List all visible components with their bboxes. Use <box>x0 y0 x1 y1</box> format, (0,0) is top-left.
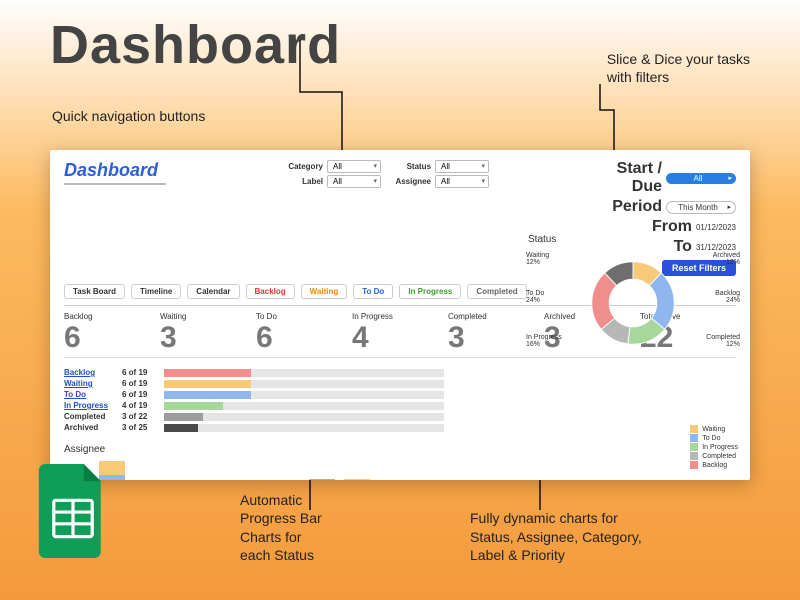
assignee-title: Assignee <box>64 444 736 455</box>
progress-row: Waiting 6 of 19 <box>64 379 736 388</box>
assignee-bar <box>344 479 370 480</box>
stat-waiting: Waiting3 <box>160 312 256 358</box>
nav-completed[interactable]: Completed <box>467 284 526 299</box>
callout-filters: Slice & Dice your tasks with filters <box>607 50 750 86</box>
nav-timeline[interactable]: Timeline <box>131 284 181 299</box>
progress-row: In Progress 4 of 19 <box>64 401 736 410</box>
sheets-icon <box>38 464 108 558</box>
nav-backlog[interactable]: Backlog <box>246 284 295 299</box>
progress-count: 3 of 25 <box>122 423 158 432</box>
status-title: Status <box>528 234 738 245</box>
progress-label[interactable]: In Progress <box>64 401 116 410</box>
progress-bar <box>164 402 444 410</box>
progress-label[interactable]: Backlog <box>64 368 116 377</box>
progress-row: Backlog 6 of 19 <box>64 368 736 377</box>
filter-label: Start / Due <box>608 160 662 196</box>
nav-task-board[interactable]: Task Board <box>64 284 125 299</box>
progress-row: Completed 3 of 22 <box>64 412 736 421</box>
assignee-chart <box>64 459 736 480</box>
stat-backlog: Backlog6 <box>64 312 160 358</box>
filter-label: Status <box>393 162 431 171</box>
period-select[interactable]: This Month <box>666 201 736 214</box>
legend-item: To Do <box>690 434 738 442</box>
filter-label: Category <box>285 162 323 171</box>
legend-item: In Progress <box>690 443 738 451</box>
filter-label: Label <box>285 177 323 186</box>
category-select[interactable]: All <box>327 160 381 173</box>
nav-calendar[interactable]: Calendar <box>187 284 239 299</box>
status-select[interactable]: All <box>435 160 489 173</box>
progress-label[interactable]: To Do <box>64 390 116 399</box>
nav-waiting[interactable]: Waiting <box>301 284 348 299</box>
progress-bar <box>164 413 444 421</box>
dashboard-card: Dashboard Category All Label All Status All… <box>50 150 750 480</box>
progress-bar <box>164 380 444 388</box>
status-donut-chart <box>558 248 708 358</box>
progress-label[interactable]: Waiting <box>64 379 116 388</box>
filter-label: Period <box>608 198 662 216</box>
assignee-bar <box>309 479 335 480</box>
progress-count: 3 of 22 <box>122 412 158 421</box>
progress-label[interactable]: Archived <box>64 423 116 432</box>
from-date: 01/12/2023 <box>696 223 736 232</box>
progress-bar <box>164 391 444 399</box>
progress-row: Archived 3 of 25 <box>64 423 736 432</box>
progress-count: 6 of 19 <box>122 390 158 399</box>
filter-label: Assignee <box>393 177 431 186</box>
callout-charts: Fully dynamic charts for Status, Assigne… <box>470 509 642 564</box>
progress-count: 6 of 19 <box>122 368 158 377</box>
hero-title: Dashboard <box>50 14 341 76</box>
nav-to-do[interactable]: To Do <box>353 284 393 299</box>
legend-item: Completed <box>690 452 738 460</box>
status-legend: WaitingTo DoIn ProgressCompletedBacklog <box>690 424 738 470</box>
progress-bar <box>164 424 444 432</box>
status-panel: Status Waiting12% Archived12% To Do24% B… <box>528 234 738 363</box>
stat-to-do: To Do6 <box>256 312 352 358</box>
progress-count: 6 of 19 <box>122 379 158 388</box>
dashboard-title: Dashboard <box>64 160 166 185</box>
assignee-select[interactable]: All <box>435 175 489 188</box>
progress-label[interactable]: Completed <box>64 412 116 421</box>
legend-item: Waiting <box>690 425 738 433</box>
legend-item: Backlog <box>690 461 738 469</box>
label-select[interactable]: All <box>327 175 381 188</box>
filter-group: Category All Label All Status All Assignee A… <box>285 160 489 188</box>
progress-block: Backlog 6 of 19 Waiting 6 of 19 To Do 6 of 19… <box>64 368 736 432</box>
progress-bar <box>164 369 444 377</box>
progress-count: 4 of 19 <box>122 401 158 410</box>
startdue-select[interactable]: All <box>666 173 736 184</box>
callout-bars: Automatic Progress Bar Charts for each S… <box>240 491 322 564</box>
stat-in-progress: In Progress4 <box>352 312 448 358</box>
progress-row: To Do 6 of 19 <box>64 390 736 399</box>
callout-nav: Quick navigation buttons <box>52 108 205 124</box>
nav-in-progress[interactable]: In Progress <box>399 284 461 299</box>
